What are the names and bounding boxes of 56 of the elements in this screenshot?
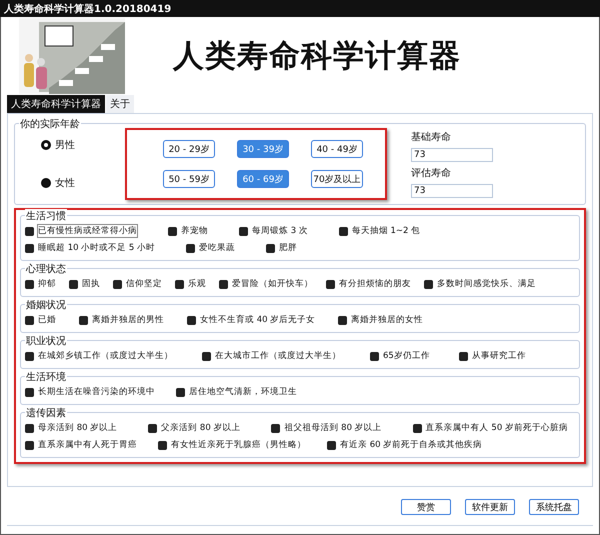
tab[interactable]: 人类寿命科学计算器 — [7, 95, 105, 113]
checkbox[interactable]: 有女性近亲死于乳腺癌（男性略） — [158, 438, 307, 452]
group-title: 你的实际年龄 — [19, 117, 81, 131]
checkbox[interactable]: 直系亲属中有人死于胃癌 — [25, 438, 138, 452]
checkbox[interactable]: 乐观 — [175, 277, 207, 291]
checkbox[interactable]: 每天抽烟 1~2 包 — [338, 224, 422, 238]
checkbox[interactable]: 父亲活到 80 岁以上 — [148, 421, 242, 435]
checkbox[interactable]: 离婚并独居的女性 — [338, 313, 424, 327]
result-label: 基础寿命 — [411, 130, 452, 144]
age-button[interactable]: 50 - 59岁 — [163, 170, 215, 188]
checkbox[interactable]: 肥胖 — [266, 241, 298, 255]
action-button[interactable]: 软件更新 — [465, 499, 515, 515]
checkbox[interactable]: 抑郁 — [25, 277, 57, 291]
checkbox[interactable]: 女性不生育或 40 岁后无子女 — [187, 313, 316, 327]
checkbox[interactable]: 有近亲 60 岁前死于自杀或其他疾病 — [327, 438, 484, 452]
checkbox[interactable]: 直系亲属中有人 50 岁前死于心脏病 — [412, 421, 569, 435]
age-button[interactable]: 20 - 29岁 — [163, 140, 215, 158]
app-title: 人类寿命科学计算器 — [173, 37, 461, 76]
checkbox[interactable]: 长期生活在噪音污染的环境中 — [25, 385, 156, 399]
age-button[interactable]: 60 - 69岁 — [237, 170, 289, 188]
checkbox[interactable]: 每周锻炼 3 次 — [239, 224, 309, 238]
checkbox[interactable]: 有分担烦恼的朋友 — [326, 277, 412, 291]
group-title: 生活环境 — [25, 370, 67, 384]
checkbox[interactable]: 居住地空气清新，环境卫生 — [176, 385, 298, 399]
checkbox[interactable]: 睡眠超 10 小时或不足 5 小时 — [25, 241, 156, 255]
group-title: 心理状态 — [25, 262, 67, 276]
tab[interactable]: 关于 — [106, 95, 134, 113]
action-button[interactable]: 系统托盘 — [529, 499, 579, 515]
result-field[interactable]: 73 — [411, 184, 493, 198]
checkbox[interactable]: 在城郊乡镇工作（或度过大半生） — [25, 349, 174, 363]
checkbox[interactable]: 在大城市工作（或度过大半生） — [202, 349, 342, 363]
checkbox[interactable]: 多数时间感觉快乐、满足 — [424, 277, 537, 291]
group-title: 职业状况 — [25, 334, 67, 348]
checkbox[interactable]: 离婚并独居的男性 — [79, 313, 165, 327]
gender-radio[interactable]: 女性 — [41, 176, 125, 190]
group-title: 遗传因素 — [25, 406, 67, 420]
group-title: 婚姻状况 — [25, 298, 67, 312]
action-button[interactable]: 赞赏 — [401, 499, 451, 515]
checkbox[interactable]: 爱冒险（如开快车） — [219, 277, 314, 291]
checkbox[interactable]: 信仰坚定 — [113, 277, 163, 291]
checkbox[interactable]: 母亲活到 80 岁以上 — [25, 421, 118, 435]
checkbox[interactable]: 爱吃果蔬 — [186, 241, 236, 255]
gender-radio[interactable]: 男性 — [41, 138, 125, 152]
checkbox[interactable]: 已婚 — [25, 313, 57, 327]
checkbox[interactable]: 从事研究工作 — [458, 349, 527, 363]
window-title: 人类寿命科学计算器1.0.20180419 — [0, 0, 600, 17]
checkbox[interactable]: 固执 — [69, 277, 101, 291]
age-button[interactable]: 70岁及以上 — [311, 170, 363, 188]
result-label: 评估寿命 — [411, 167, 452, 180]
age-button[interactable]: 40 - 49岁 — [311, 140, 363, 158]
checkbox[interactable]: 养宠物 — [168, 224, 209, 238]
age-button[interactable]: 30 - 39岁 — [237, 140, 289, 158]
group-title: 生活习惯 — [25, 209, 67, 223]
result-field[interactable]: 73 — [411, 148, 493, 162]
checkbox[interactable]: 65岁仍工作 — [370, 349, 431, 363]
checkbox[interactable]: 祖父祖母活到 80 岁以上 — [271, 421, 383, 435]
